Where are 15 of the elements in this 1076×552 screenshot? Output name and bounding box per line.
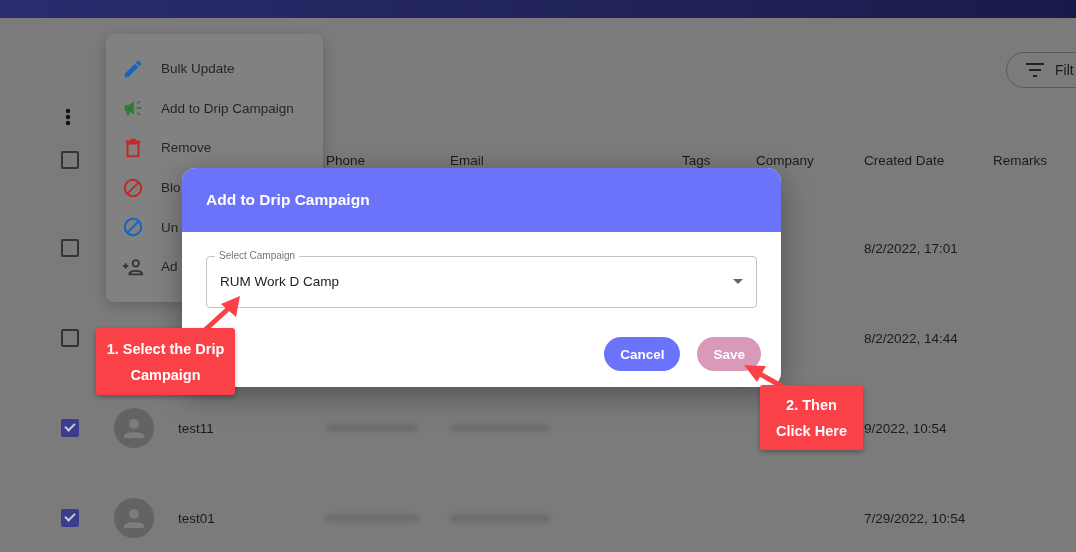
contact-name: test11 [178,420,214,436]
created-date: 8/2/2022, 14:44 [864,331,958,346]
column-header: Phone [326,152,367,168]
created-date: 8/2/2022, 17:01 [864,241,958,256]
callout-label: 2. Then Click Here [760,385,863,450]
column-header: Company [756,152,815,168]
dialog-title: Add to Drip Campaign [206,191,370,209]
column-header: Remarks [993,152,1048,168]
column-header: Email [450,152,485,168]
column-header: Created Date [864,152,946,168]
column-header: Tags [682,152,712,168]
created-date: 9/2022, 10:54 [864,421,947,436]
callout-label: 1. Select the Drip Campaign [96,328,235,395]
contact-name: test01 [178,510,215,526]
created-date: 7/29/2022, 10:54 [864,511,966,526]
